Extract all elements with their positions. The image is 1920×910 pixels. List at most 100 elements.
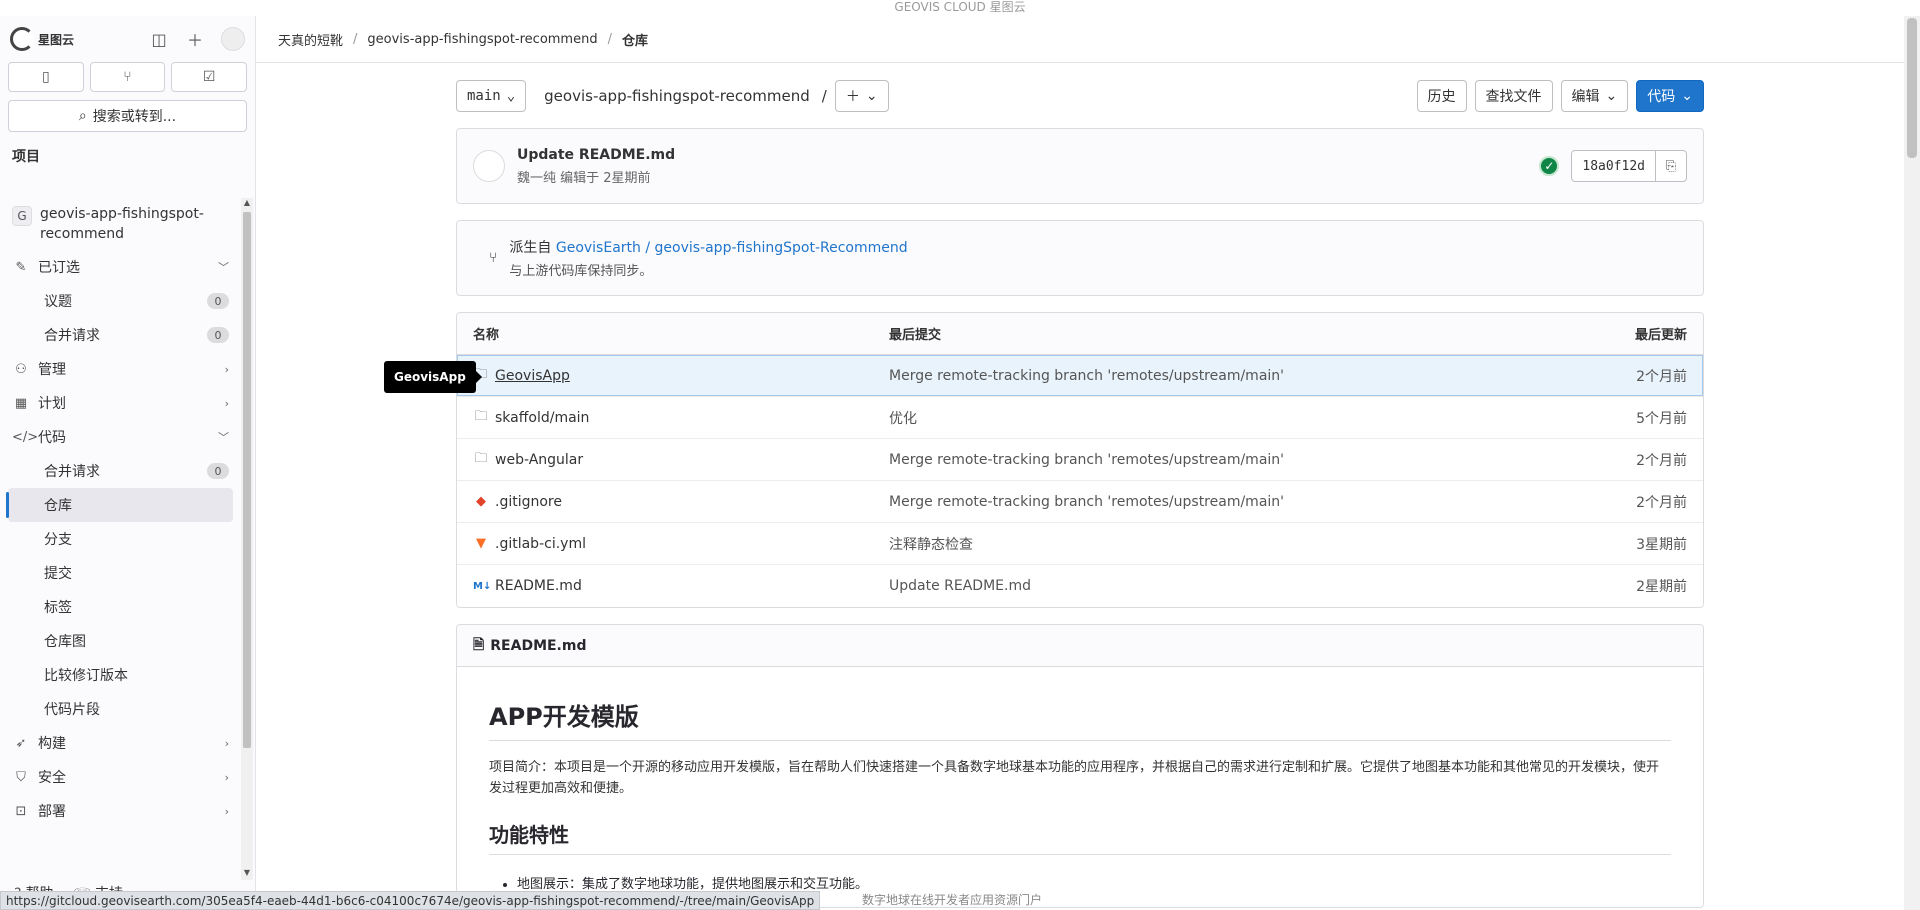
footer-text: 数字地球在线开发者应用资源门户 [862,893,1043,907]
quick-actions: ▯ ⑂ ☑ [0,62,255,92]
create-new-icon[interactable]: ＋ [185,29,205,50]
sidebar-item-branches[interactable]: 分支 [0,522,241,556]
sidebar-item-label: 安全 [38,770,66,786]
table-row[interactable]: 🗀 skaffold/main 优化 5个月前 [457,397,1703,439]
file-name[interactable]: skaffold/main [495,410,589,426]
branch-name: main [467,88,501,104]
add-to-tree-button[interactable]: ＋ ⌄ [834,80,889,112]
sidebar-item-label: 议题 [44,294,72,310]
sidebar-item-merge-requests[interactable]: 合并请求 0 [0,454,241,488]
sidebar-item-label: 代码 [38,430,66,446]
file-updated: 2个月前 [1636,452,1687,469]
project-avatar: G [12,206,32,226]
readme-section-title: 功能特性 [489,819,1671,855]
file-name[interactable]: GeovisApp [495,368,570,384]
sidebar-item-repository[interactable]: 仓库 [6,488,233,522]
column-header-commit: 最后提交 [889,328,942,343]
readme-panel: 🗎 README.md APP开发模版 项目简介：本项目是一个开源的移动应用开发… [456,624,1704,908]
repo-path[interactable]: geovis-app-fishingspot-recommend [544,87,810,105]
file-name[interactable]: .gitignore [495,494,562,510]
pin-icon: ✎ [15,259,27,275]
file-updated: 3星期前 [1636,536,1687,553]
commit-title[interactable]: Update README.md [517,147,675,163]
count-badge: 0 [207,463,229,479]
sidebar-item-secure[interactable]: ⛉ 安全 › [0,760,241,794]
commit-sha[interactable]: 18a0f12d [1572,151,1656,181]
table-row[interactable]: 🗀 web-Angular Merge remote-tracking branc… [457,439,1703,481]
file-last-commit[interactable]: Merge remote-tracking branch 'remotes/up… [889,494,1547,510]
copy-icon[interactable]: ⎘ [1656,151,1686,181]
list-item: 地图展示：集成了数字地球功能，提供地图展示和交互功能。 [517,873,1671,892]
file-name[interactable]: README.md [495,578,582,594]
chevron-right-icon: › [224,804,229,818]
chevron-down-icon: ﹀ [218,261,229,274]
todos-quick-icon[interactable]: ☑ [171,62,248,92]
table-header: 名称 最后提交 最后更新 [457,313,1703,355]
user-avatar[interactable] [221,27,245,51]
file-name[interactable]: .gitlab-ci.yml [495,536,586,552]
find-file-button[interactable]: 查找文件 [1474,80,1553,112]
merge-requests-quick-icon[interactable]: ⑂ [89,62,166,92]
file-last-commit[interactable]: 注释静态检查 [889,534,1547,554]
sidebar-item-build[interactable]: ➶ 构建 › [0,726,241,760]
sidebar-item-pinned[interactable]: ✎ 已订选 ﹀ [0,250,241,284]
sidebar-item-label: 计划 [38,396,66,412]
breadcrumb-current[interactable]: 仓库 [622,30,648,49]
logo[interactable]: 星图云 [10,27,74,51]
breadcrumb-project[interactable]: geovis-app-fishingspot-recommend [367,32,597,47]
sidebar-item-repo-graph[interactable]: 仓库图 [0,624,241,658]
file-name-tooltip: GeovisApp [384,361,482,393]
code-dropdown[interactable]: 代码 ⌄ [1636,80,1704,112]
sidebar-project[interactable]: G geovis-app-fishingspot-recommend [0,198,241,250]
chevron-down-icon: ⌄ [506,88,516,104]
file-name[interactable]: web-Angular [495,452,583,468]
issues-quick-icon[interactable]: ▯ [8,62,84,92]
table-row[interactable]: ▼ .gitlab-ci.yml 注释静态检查 3星期前 [457,523,1703,565]
readme-intro: 项目简介：本项目是一个开源的移动应用开发模版，旨在帮助人们快速搭建一个具备数字地… [489,760,1660,796]
table-row[interactable]: ◆ .gitignore Merge remote-tracking branch… [457,481,1703,523]
sidebar-item-snippets[interactable]: 代码片段 [0,692,241,726]
scroll-up-icon[interactable]: ▲ [241,198,253,210]
sidebar-item-tags[interactable]: 标签 [0,590,241,624]
file-last-commit[interactable]: 优化 [889,408,1547,428]
sidebar-item-compare[interactable]: 比较修订版本 [0,658,241,692]
toggle-sidebar-icon[interactable]: ◫ [149,29,169,49]
history-button[interactable]: 历史 [1416,80,1467,112]
pipeline-passed-icon[interactable]: ✓ [1539,156,1560,176]
readme-filename[interactable]: README.md [490,638,586,654]
breadcrumb-user[interactable]: 天真的短靴 [278,30,343,49]
edit-dropdown[interactable]: 编辑 ⌄ [1560,80,1629,112]
readme-title: APP开发模版 [489,697,1671,741]
fork-source-link[interactable]: GeovisEarth / geovis-app-fishingSpot-Rec… [556,240,908,256]
file-last-commit[interactable]: Update README.md [889,578,1547,594]
file-last-commit[interactable]: Merge remote-tracking branch 'remotes/up… [889,452,1547,468]
repo-toolbar: main ⌄ geovis-app-fishingspot-recommend … [456,64,1704,128]
page-scrollbar-thumb[interactable] [1907,18,1917,158]
code-label: 代码 [1647,89,1676,105]
project-name: geovis-app-fishingspot-recommend [40,206,204,242]
sidebar-item-commits[interactable]: 提交 [0,556,241,590]
chevron-right-icon: › [224,396,229,410]
sidebar-scrollbar[interactable]: ▲ ▼ [241,198,253,880]
sidebar-item-plan[interactable]: ▦ 计划 › [0,386,241,420]
table-row[interactable]: 🗀GeovisApp Merge remote-tracking branch … [457,355,1703,397]
sidebar-item-code[interactable]: </> 代码 ﹀ [0,420,241,454]
sidebar-item-merge-requests-pinned[interactable]: 合并请求 0 [0,318,241,352]
sidebar-section-title: 项目 [12,149,40,165]
branch-selector[interactable]: main ⌄ [456,80,527,112]
fork-icon: ⑂ [489,250,498,266]
sidebar-item-deploy[interactable]: ⊡ 部署 › [0,794,241,828]
sidebar-item-issues[interactable]: 议题 0 [0,284,241,318]
commit-author-avatar[interactable] [473,150,505,182]
page-scrollbar[interactable] [1904,16,1920,910]
sidebar-scrollbar-thumb[interactable] [243,212,251,748]
sidebar-item-label: 仓库图 [44,634,86,650]
table-row[interactable]: M↓ README.md Update README.md 2星期前 [457,565,1703,607]
search-button[interactable]: ⌕ 搜索或转到... [8,100,247,132]
file-last-commit[interactable]: Merge remote-tracking branch 'remotes/up… [889,368,1547,384]
file-updated: 2个月前 [1636,368,1687,385]
file-icon: 🗎 [473,636,485,653]
breadcrumb-separator: / [607,31,612,47]
shield-icon: ⛉ [16,769,26,785]
sidebar-item-manage[interactable]: ⚇ 管理 › [0,352,241,386]
